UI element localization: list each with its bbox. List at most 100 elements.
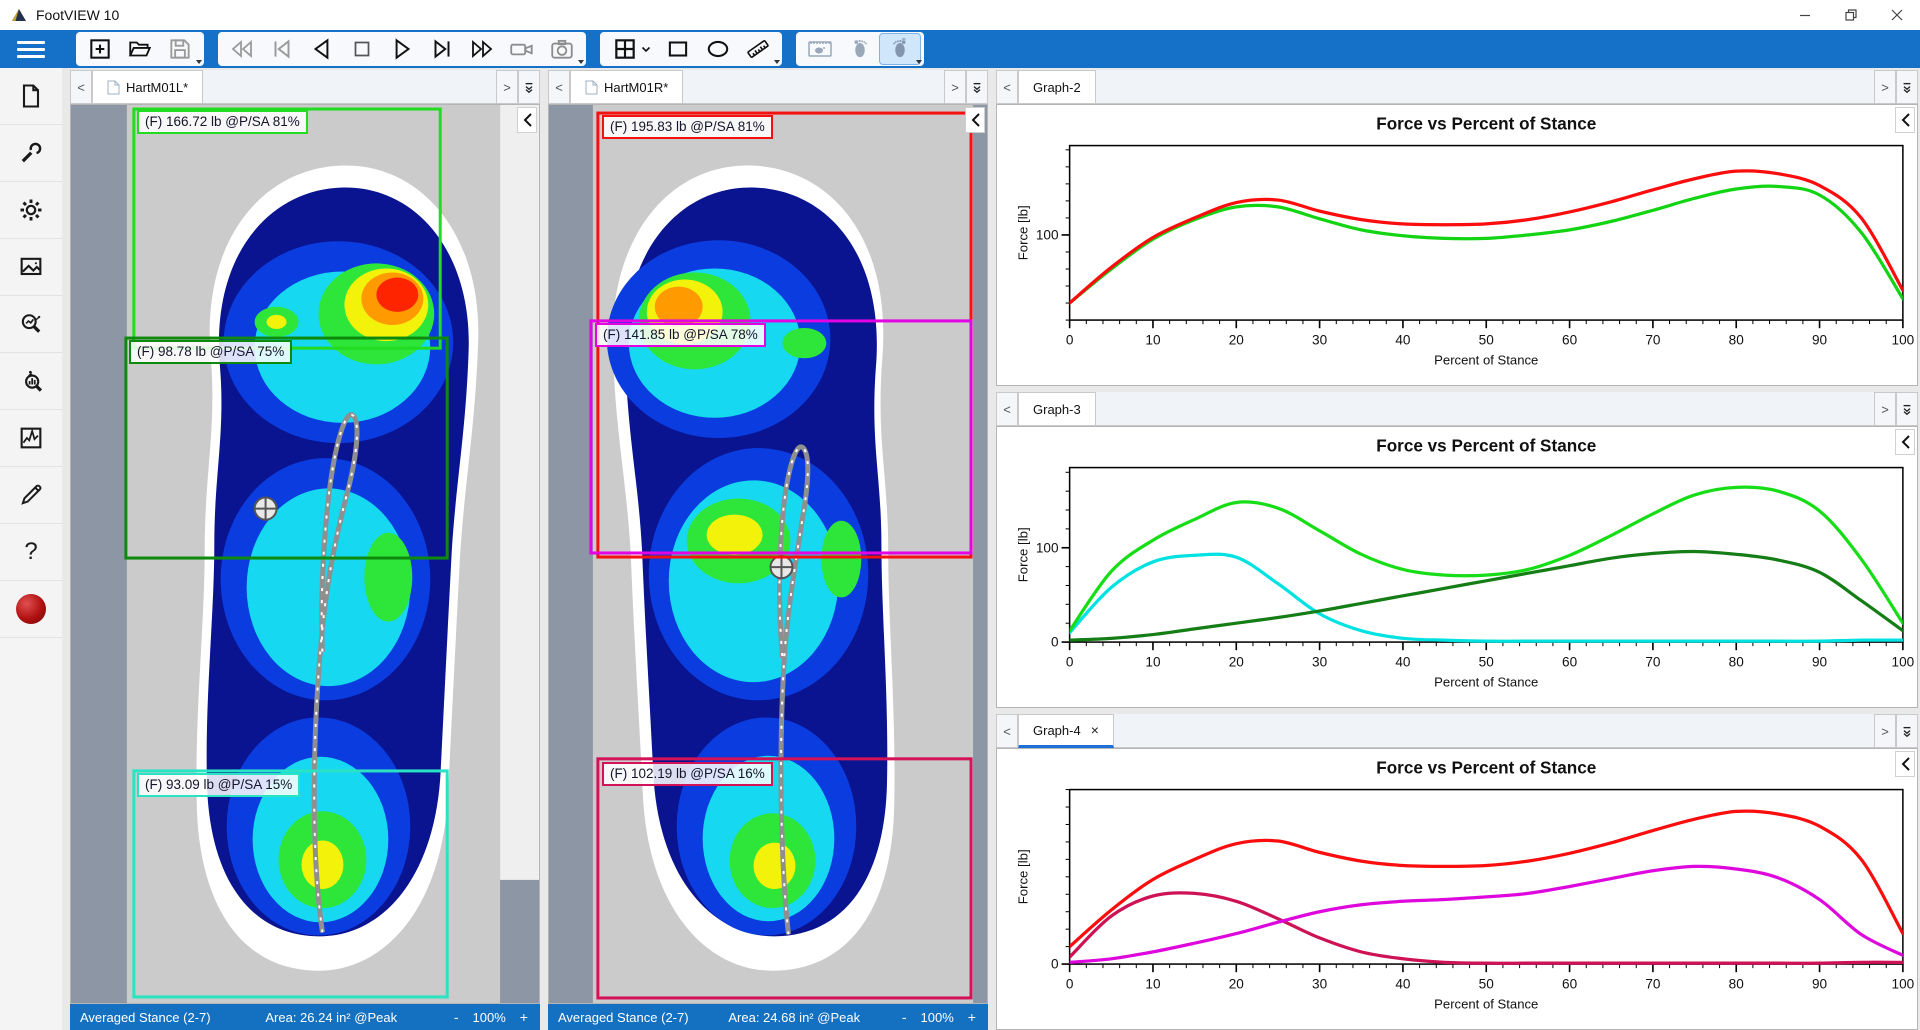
tab-graph-3[interactable]: Graph-3 [1018, 392, 1096, 426]
sidebar-item-gait-analysis[interactable] [0, 353, 62, 410]
tab-list-button[interactable] [1896, 70, 1918, 104]
chevron-left-icon [523, 113, 532, 127]
zoom-control: - 100% + [452, 1009, 530, 1025]
playback-group-more-icon[interactable] [578, 60, 584, 64]
zoom-out-button[interactable]: - [452, 1009, 461, 1025]
zone-label-forefoot[interactable]: (F) 195.83 lb @P/SA 81% [602, 115, 773, 139]
collapse-panel-button[interactable] [1895, 751, 1915, 777]
tab-hartm01l[interactable]: HartM01L* [92, 70, 203, 104]
svg-text:0: 0 [1066, 976, 1074, 991]
skip-last-button[interactable] [462, 34, 502, 64]
sidebar-item-zoom-analysis[interactable] [0, 296, 62, 353]
close-button[interactable] [1874, 0, 1920, 30]
photo-camera-icon [548, 36, 576, 62]
sidebar-item-tools[interactable] [0, 125, 62, 182]
sidebar-item-settings[interactable] [0, 182, 62, 239]
zoom-in-button[interactable]: + [518, 1009, 530, 1025]
zone-label-forefoot[interactable]: (F) 166.72 lb @P/SA 81% [137, 110, 308, 134]
new-document-button[interactable] [80, 34, 120, 64]
step-backward-button[interactable] [262, 34, 302, 64]
magnifier-gait-icon [17, 367, 45, 395]
svg-text:10: 10 [1145, 976, 1161, 991]
tab-graph-2[interactable]: Graph-2 [1018, 70, 1096, 104]
svg-text:80: 80 [1729, 976, 1745, 991]
zone-label-midfoot[interactable]: (F) 141.85 lb @P/SA 78% [595, 323, 766, 347]
main-toolbar [0, 30, 1920, 68]
file-group-more-icon[interactable] [196, 60, 202, 64]
collapse-panel-button[interactable] [1895, 107, 1915, 133]
sidebar-item-help[interactable]: ? [0, 524, 62, 581]
right-foot-pressure-map[interactable] [549, 105, 987, 1003]
sidebar-item-annotate[interactable] [0, 467, 62, 524]
zoom-in-button[interactable]: + [966, 1009, 978, 1025]
skip-first-button[interactable] [222, 34, 262, 64]
tab-graph-4[interactable]: Graph-4 × [1018, 714, 1114, 748]
open-file-button[interactable] [120, 34, 160, 64]
step-backward-icon [269, 36, 295, 62]
tab-close-icon[interactable]: × [1091, 722, 1099, 738]
minimize-button[interactable] [1782, 0, 1828, 30]
left-foot-pressure-map[interactable] [71, 105, 539, 1003]
area-status: Area: 24.68 in² @Peak [728, 1010, 860, 1025]
filmstrip-foot-icon [806, 36, 834, 62]
zone-label-heel[interactable]: (F) 93.09 lb @P/SA 15% [137, 773, 300, 797]
tab-scroll-right-button[interactable]: > [1874, 392, 1896, 426]
sidebar-item-graph[interactable] [0, 410, 62, 467]
collapse-panel-button[interactable] [965, 107, 985, 133]
right-foot-statusbar: Averaged Stance (2-7) Area: 24.68 in² @P… [548, 1004, 988, 1030]
save-file-button[interactable] [160, 34, 200, 64]
measure-ruler-button[interactable] [738, 34, 778, 64]
tab-list-button[interactable] [1896, 714, 1918, 748]
tab-list-button[interactable] [1896, 392, 1918, 426]
tab-hartm01r[interactable]: HartM01R* [570, 70, 683, 104]
tabrow-spacer [1096, 70, 1874, 104]
menu-button[interactable] [0, 30, 62, 68]
collapse-panel-button[interactable] [517, 107, 537, 133]
tab-list-button[interactable] [518, 70, 540, 104]
zoom-control: - 100% + [900, 1009, 978, 1025]
sidebar-item-image-export[interactable] [0, 239, 62, 296]
tab-scroll-left-button[interactable]: < [996, 70, 1018, 104]
tab-scroll-right-button[interactable]: > [944, 70, 966, 104]
layout-grid-button[interactable] [604, 34, 658, 64]
snapshot-button[interactable] [542, 34, 582, 64]
maximize-button[interactable] [1828, 0, 1874, 30]
sidebar-item-new-page[interactable] [0, 68, 62, 125]
cop-marker[interactable] [255, 497, 277, 519]
step-forward-button[interactable] [422, 34, 462, 64]
play-button[interactable] [382, 34, 422, 64]
draw-ellipse-button[interactable] [698, 34, 738, 64]
stop-button[interactable] [342, 34, 382, 64]
sidebar-item-record[interactable] [0, 581, 62, 638]
tab-scroll-left-button[interactable]: < [548, 70, 570, 104]
svg-text:70: 70 [1645, 654, 1661, 669]
zoom-out-button[interactable]: - [900, 1009, 909, 1025]
zone-label-heel[interactable]: (F) 102.19 lb @P/SA 16% [602, 762, 773, 786]
collapse-panel-button[interactable] [1895, 429, 1915, 455]
svg-text:40: 40 [1395, 976, 1411, 991]
right-foot-view-button[interactable] [880, 34, 920, 64]
foot-group-more-icon[interactable] [916, 60, 922, 64]
tab-scroll-right-button[interactable]: > [1874, 70, 1896, 104]
tab-scroll-right-button[interactable]: > [1874, 714, 1896, 748]
cop-marker[interactable] [770, 556, 792, 578]
zone-label-midfoot[interactable]: (F) 98.78 lb @P/SA 75% [129, 340, 292, 364]
tab-scroll-right-button[interactable]: > [496, 70, 518, 104]
tab-list-button[interactable] [966, 70, 988, 104]
record-video-button[interactable] [502, 34, 542, 64]
svg-text:0: 0 [1066, 332, 1074, 347]
left-foot-view-button[interactable] [840, 34, 880, 64]
svg-text:20: 20 [1229, 654, 1245, 669]
tab-scroll-left-button[interactable]: < [70, 70, 92, 104]
gait-filmstrip-button[interactable] [800, 34, 840, 64]
tab-scroll-left-button[interactable]: < [996, 714, 1018, 748]
ellipse-icon [705, 36, 731, 62]
chevron-left-icon [1901, 113, 1910, 127]
chevron-left-icon [1901, 435, 1910, 449]
draw-rectangle-button[interactable] [658, 34, 698, 64]
play-backward-button[interactable] [302, 34, 342, 64]
tab-scroll-left-button[interactable]: < [996, 392, 1018, 426]
draw-group-more-icon[interactable] [774, 60, 780, 64]
tab-list-icon [1901, 403, 1913, 416]
svg-text:Force vs Percent of Stance: Force vs Percent of Stance [1376, 435, 1596, 455]
